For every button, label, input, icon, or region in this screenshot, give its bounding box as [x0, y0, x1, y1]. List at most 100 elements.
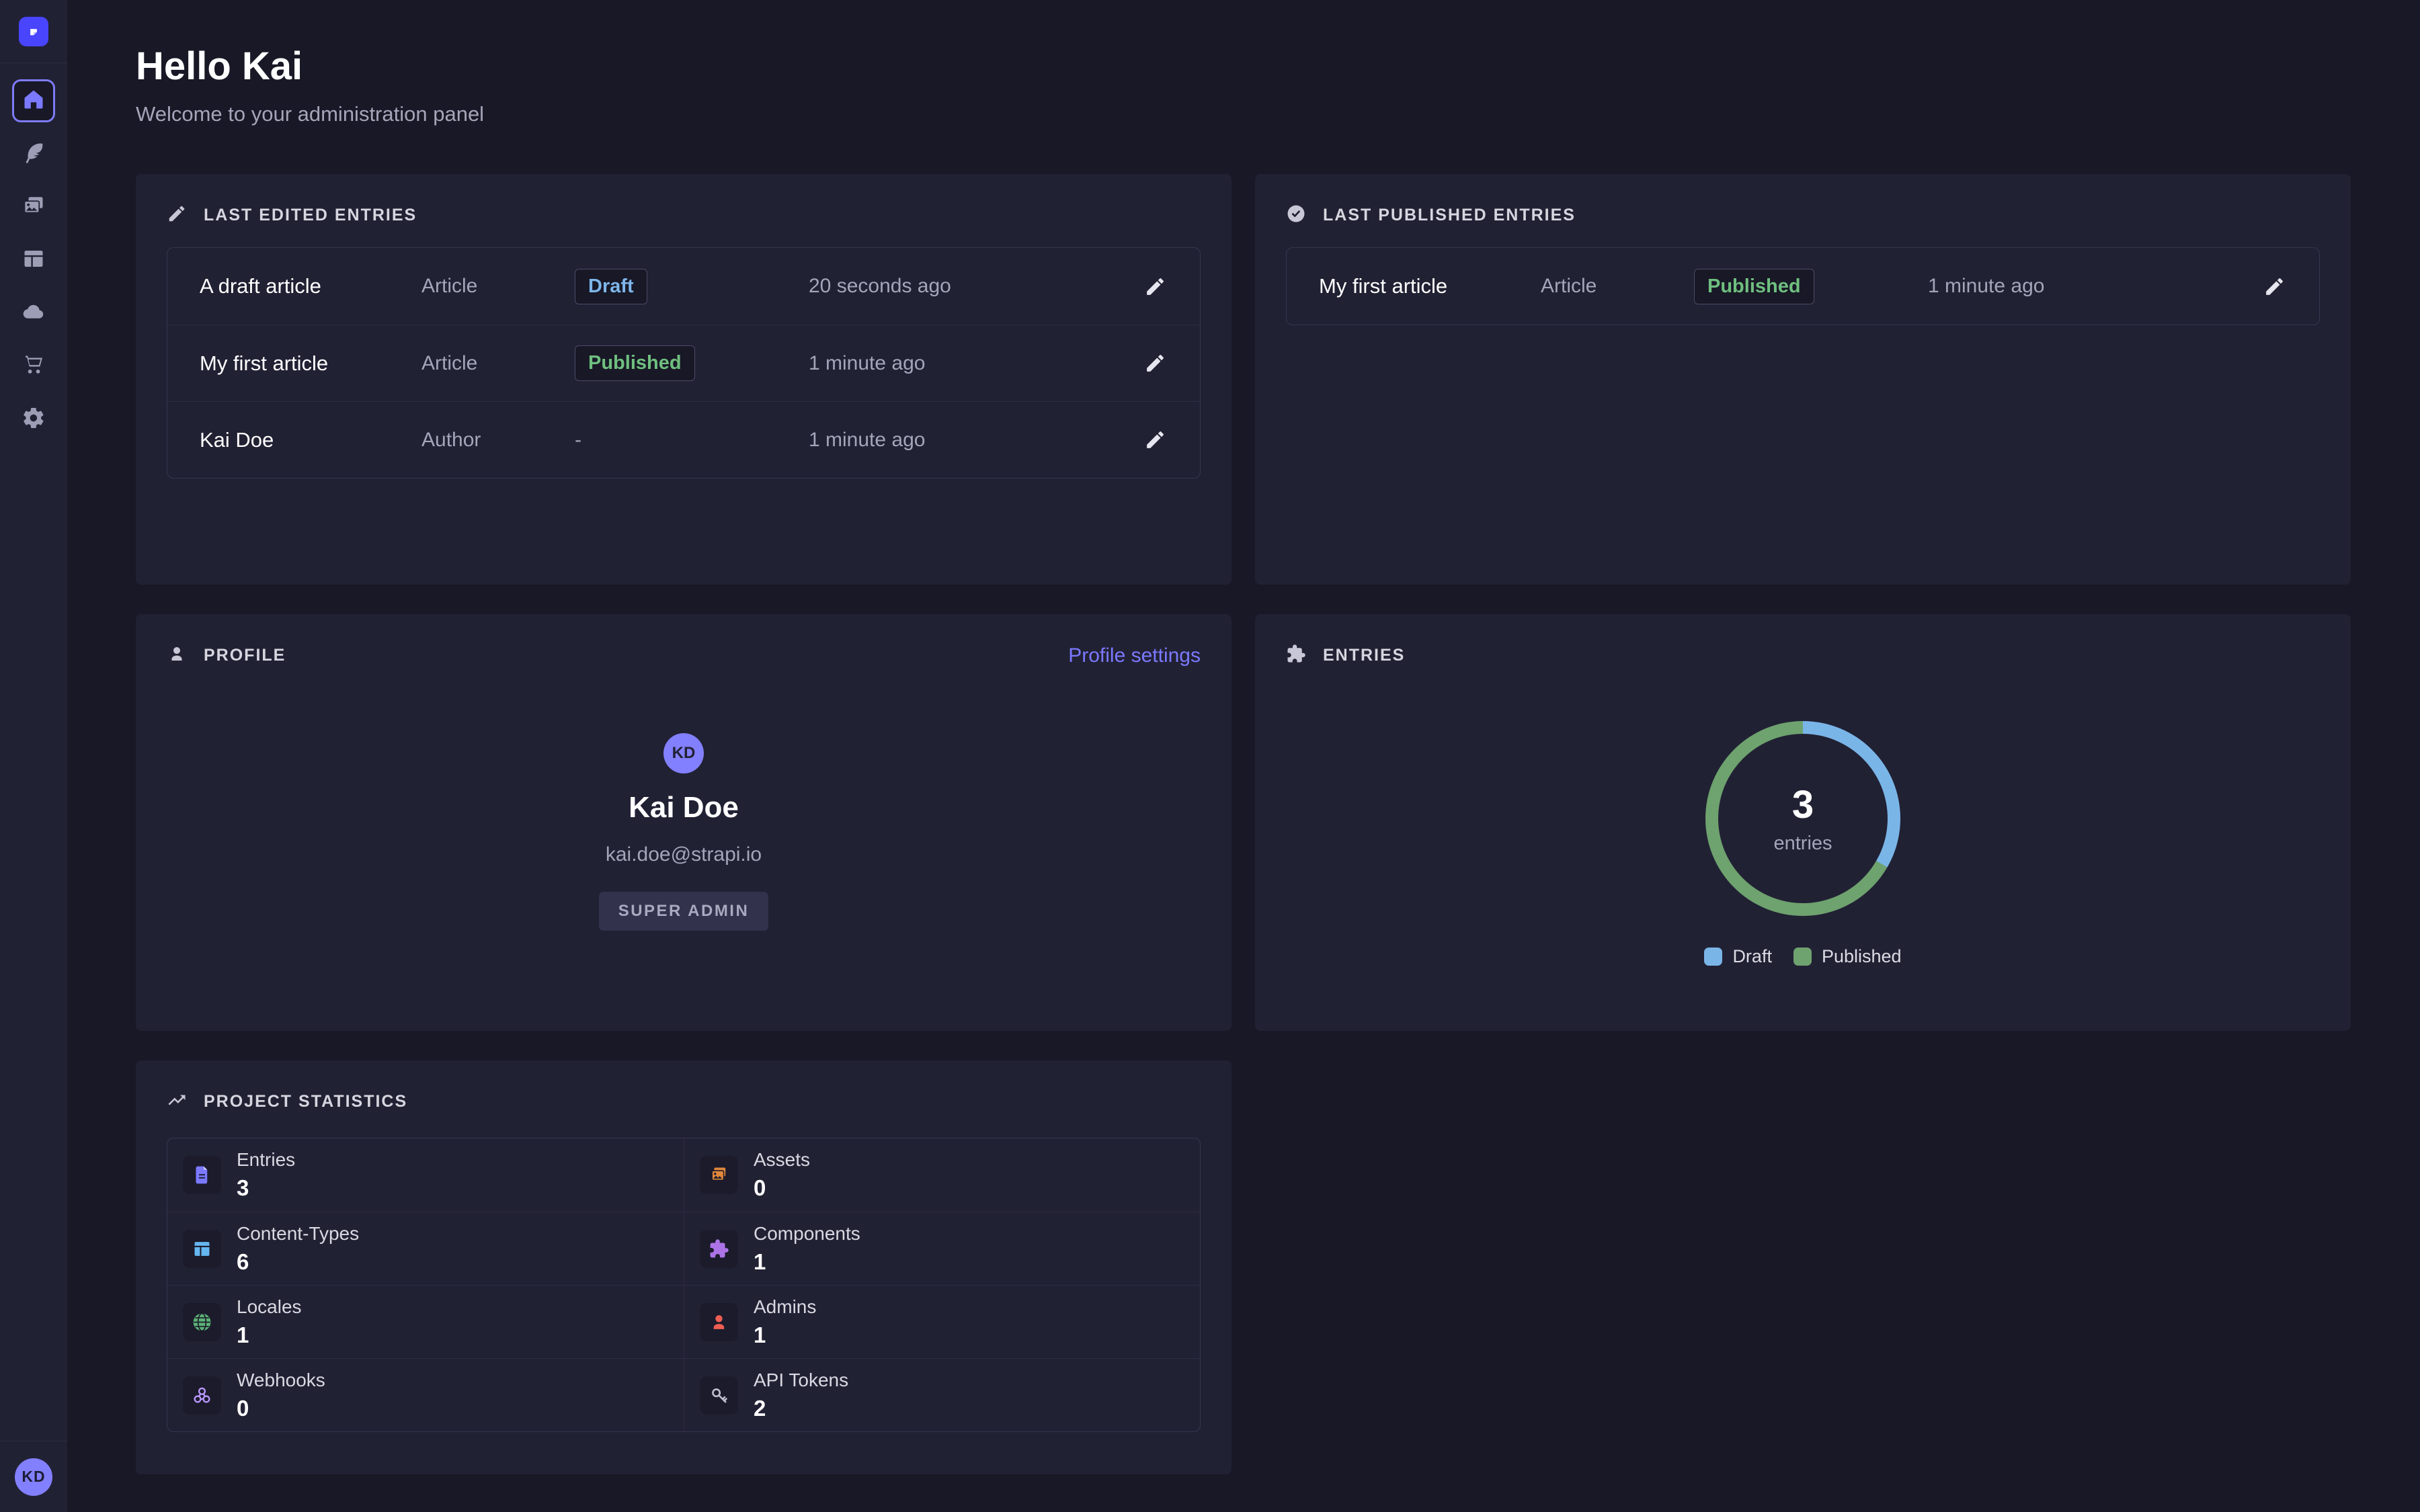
- edit-entry-button[interactable]: [1144, 276, 1166, 298]
- entry-title: My first article: [1319, 274, 1541, 298]
- sidebar-footer: KD: [0, 1441, 67, 1512]
- stat-value: 3: [237, 1175, 295, 1201]
- stat-value: 1: [754, 1322, 816, 1348]
- edit-entry-button[interactable]: [1144, 429, 1166, 451]
- stat-label: Assets: [754, 1149, 810, 1171]
- stat-label: Admins: [754, 1296, 816, 1318]
- legend-label: Draft: [1732, 946, 1772, 967]
- stats-table: Entries 3 Assets 0: [167, 1138, 1201, 1432]
- profile-settings-link[interactable]: Profile settings: [1068, 644, 1201, 667]
- last-edited-table: A draft article Article Draft 20 seconds…: [167, 247, 1201, 478]
- profile-email: kai.doe@strapi.io: [606, 843, 762, 866]
- person-icon: [167, 644, 187, 667]
- stat-admins: Admins 1: [684, 1285, 1200, 1358]
- status-badge: Draft: [575, 269, 647, 304]
- stat-api-tokens: API Tokens 2: [684, 1358, 1200, 1431]
- profile-avatar: KD: [663, 733, 704, 773]
- status-empty: -: [575, 429, 809, 452]
- stat-webhooks: Webhooks 0: [167, 1358, 684, 1431]
- table-row[interactable]: My first article Article Published 1 min…: [167, 325, 1200, 401]
- stat-content-types: Content-Types 6: [167, 1212, 684, 1285]
- sidebar-item-deploy[interactable]: [12, 292, 55, 335]
- entry-type: Article: [421, 275, 575, 298]
- card-title: PROFILE: [204, 646, 286, 665]
- edit-entry-button[interactable]: [1144, 352, 1166, 374]
- donut-center: 3 entries: [1705, 721, 1900, 916]
- card-title: PROJECT STATISTICS: [204, 1092, 407, 1111]
- entry-time: 1 minute ago: [809, 429, 1137, 452]
- legend-item-published: Published: [1793, 946, 1902, 967]
- draft-swatch: [1704, 948, 1722, 966]
- profile-card: PROFILE Profile settings KD Kai Doe kai.…: [136, 614, 1232, 1031]
- stat-label: API Tokens: [754, 1370, 848, 1391]
- statistics-header: PROJECT STATISTICS: [167, 1060, 1201, 1114]
- project-statistics-card: PROJECT STATISTICS Entries 3: [136, 1060, 1232, 1474]
- stat-label: Components: [754, 1223, 860, 1245]
- layout-icon: [183, 1230, 221, 1268]
- cloud-icon: [22, 300, 46, 327]
- webhook-icon: [183, 1376, 221, 1415]
- check-circle-icon: [1286, 204, 1306, 227]
- page-title: Hello Kai: [136, 47, 2351, 86]
- entry-time: 1 minute ago: [809, 352, 1137, 375]
- user-avatar[interactable]: KD: [15, 1458, 52, 1496]
- images-icon: [700, 1156, 738, 1194]
- legend-item-draft: Draft: [1704, 946, 1772, 967]
- table-row[interactable]: Kai Doe Author - 1 minute ago: [167, 401, 1200, 478]
- card-title: LAST PUBLISHED ENTRIES: [1323, 206, 1576, 225]
- last-published-table: My first article Article Published 1 min…: [1286, 247, 2320, 325]
- layout-icon: [22, 247, 46, 274]
- sidebar-item-home[interactable]: [12, 79, 55, 122]
- stat-entries: Entries 3: [167, 1138, 684, 1212]
- puzzle-icon: [700, 1230, 738, 1268]
- stat-value: 1: [237, 1322, 302, 1348]
- entry-time: 1 minute ago: [1928, 275, 2256, 298]
- sidebar-item-media-library[interactable]: [12, 185, 55, 228]
- role-badge: SUPER ADMIN: [599, 892, 769, 931]
- dashboard-grid: LAST EDITED ENTRIES A draft article Arti…: [136, 174, 2351, 1474]
- profile-name: Kai Doe: [629, 791, 739, 825]
- stat-value: 2: [754, 1396, 848, 1421]
- stat-value: 1: [754, 1249, 860, 1275]
- donut-legend: Draft Published: [1704, 946, 1901, 967]
- entry-type: Article: [1541, 275, 1694, 298]
- stat-label: Content-Types: [237, 1223, 359, 1245]
- globe-icon: [183, 1303, 221, 1341]
- entries-header: ENTRIES: [1286, 614, 2320, 667]
- edit-entry-button[interactable]: [2263, 276, 2286, 298]
- last-edited-header: LAST EDITED ENTRIES: [167, 174, 1201, 227]
- entry-type: Author: [421, 429, 575, 452]
- main-content: Hello Kai Welcome to your administration…: [67, 0, 2420, 1512]
- sidebar-item-marketplace[interactable]: [12, 345, 55, 388]
- stat-label: Locales: [237, 1296, 302, 1318]
- entries-donut: 3 entries: [1705, 721, 1900, 916]
- stat-label: Entries: [237, 1149, 295, 1171]
- sidebar-item-content-manager[interactable]: [12, 132, 55, 175]
- entry-title: A draft article: [200, 274, 421, 298]
- stat-locales: Locales 1: [167, 1285, 684, 1358]
- cart-icon: [22, 353, 46, 380]
- home-icon: [22, 87, 46, 115]
- card-title: LAST EDITED ENTRIES: [204, 206, 417, 225]
- entries-body: 3 entries Draft Published: [1286, 667, 2320, 967]
- last-published-header: LAST PUBLISHED ENTRIES: [1286, 174, 2320, 227]
- sidebar-item-settings[interactable]: [12, 398, 55, 441]
- page-subtitle: Welcome to your administration panel: [136, 102, 2351, 126]
- puzzle-icon: [1286, 644, 1306, 667]
- entry-type: Article: [421, 352, 575, 375]
- stat-label: Webhooks: [237, 1370, 325, 1391]
- table-row[interactable]: My first article Article Published 1 min…: [1287, 248, 2319, 325]
- sidebar-item-content-type-builder[interactable]: [12, 239, 55, 282]
- donut-value: 3: [1792, 782, 1814, 827]
- status-badge: Published: [575, 345, 695, 381]
- key-icon: [700, 1376, 738, 1415]
- stat-value: 6: [237, 1249, 359, 1275]
- logo-area: [0, 0, 67, 63]
- user-icon: [700, 1303, 738, 1341]
- strapi-admin-dashboard: KD Hello Kai Welcome to your administrat…: [0, 0, 2420, 1512]
- profile-header: PROFILE Profile settings: [167, 614, 1201, 667]
- profile-body: KD Kai Doe kai.doe@strapi.io SUPER ADMIN: [167, 667, 1201, 931]
- strapi-logo-icon[interactable]: [19, 17, 48, 46]
- trending-up-icon: [167, 1090, 187, 1114]
- table-row[interactable]: A draft article Article Draft 20 seconds…: [167, 248, 1200, 325]
